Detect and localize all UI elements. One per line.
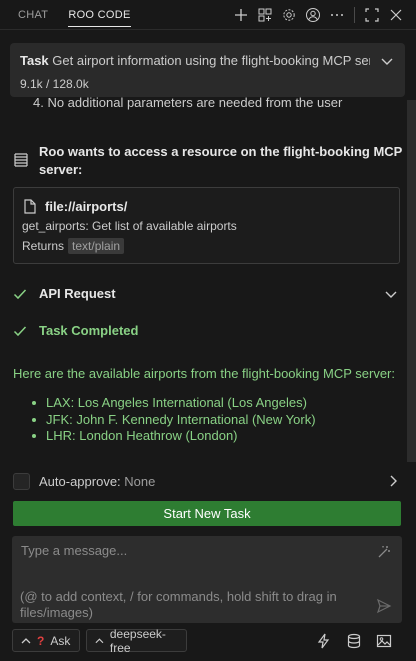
top-icons xyxy=(229,0,408,30)
token-usage: 9.1k / 128.0k xyxy=(20,77,89,91)
list-item: LHR: London Heathrow (London) xyxy=(32,428,316,444)
input-placeholder: Type a message... xyxy=(21,543,128,558)
answer-intro: Here are the available airports from the… xyxy=(13,366,395,381)
list-item: LAX: Los Angeles International (Los Ange… xyxy=(32,395,316,411)
task-label: Task xyxy=(20,53,49,68)
resource-card: file://airports/ get_airports: Get list … xyxy=(13,187,400,264)
scrollbar[interactable] xyxy=(407,100,416,462)
resource-returns: Returns text/plain xyxy=(22,238,125,254)
settings-icon[interactable] xyxy=(277,0,301,30)
auto-approve-row[interactable]: Auto-approve: None xyxy=(39,474,155,489)
question-icon: ? xyxy=(37,633,45,648)
tab-roo-code-label: ROO CODE xyxy=(68,4,131,27)
message-input[interactable]: Type a message... (@ to add context, / f… xyxy=(12,536,402,623)
api-request-status xyxy=(13,287,27,301)
history-icon[interactable] xyxy=(253,0,277,30)
model-label: deepseek-free xyxy=(109,626,166,655)
chevron-down-icon[interactable] xyxy=(384,287,398,301)
auto-approve-checkbox[interactable] xyxy=(13,473,30,490)
task-completed-label: Task Completed xyxy=(39,323,139,338)
auto-approve-label: Auto-approve: xyxy=(39,474,121,489)
task-header[interactable]: Task Get airport information using the f… xyxy=(10,43,405,97)
mime-type-badge: text/plain xyxy=(68,238,125,254)
task-description: Get airport information using the flight… xyxy=(52,53,370,68)
account-icon[interactable] xyxy=(301,0,325,30)
fullscreen-icon[interactable] xyxy=(360,0,384,30)
chevron-up-icon xyxy=(21,637,31,643)
access-request-text: Roo wants to access a resource on the fl… xyxy=(39,144,403,177)
close-icon[interactable] xyxy=(384,0,408,30)
check-icon xyxy=(13,289,27,300)
returns-label: Returns xyxy=(22,239,65,253)
auto-approve-value: None xyxy=(124,474,156,489)
file-icon xyxy=(24,199,36,214)
lightning-icon[interactable] xyxy=(316,633,332,649)
mode-selector[interactable]: ? Ask xyxy=(12,629,80,652)
input-hint: (@ to add context, / for commands, hold … xyxy=(20,589,337,620)
plus-icon[interactable] xyxy=(229,0,253,30)
image-icon[interactable] xyxy=(376,633,392,649)
server-icon xyxy=(14,153,28,167)
chevron-up-icon xyxy=(95,637,104,643)
bottom-bar: ? Ask deepseek-free xyxy=(0,627,416,657)
api-request-label[interactable]: API Request xyxy=(39,286,116,301)
start-new-task-button[interactable]: Start New Task xyxy=(13,501,401,526)
top-bar: CHAT ROO CODE xyxy=(0,0,416,30)
model-selector[interactable]: deepseek-free xyxy=(86,626,187,655)
tab-roo-code[interactable]: ROO CODE xyxy=(48,0,131,30)
resource-uri: file://airports/ xyxy=(45,199,128,214)
chevron-right-icon[interactable] xyxy=(386,474,400,488)
chevron-down-icon[interactable] xyxy=(379,53,395,69)
check-icon xyxy=(13,326,27,337)
task-completed-status xyxy=(13,324,27,338)
previous-message-line: 4. No additional parameters are needed f… xyxy=(33,95,343,110)
task-title: Task Get airport information using the f… xyxy=(20,53,370,68)
mode-label: Ask xyxy=(50,633,71,648)
tab-chat[interactable]: CHAT xyxy=(0,0,48,30)
list-item: JFK: John F. Kennedy International (New … xyxy=(32,412,316,428)
database-icon[interactable] xyxy=(346,633,362,649)
more-icon[interactable] xyxy=(325,0,349,30)
enhance-prompt-icon[interactable] xyxy=(377,545,391,559)
send-icon[interactable] xyxy=(376,598,392,614)
airport-list: LAX: Los Angeles International (Los Ange… xyxy=(32,395,316,445)
resource-description: get_airports: Get list of available airp… xyxy=(22,219,237,233)
toolbar-divider xyxy=(354,7,355,23)
